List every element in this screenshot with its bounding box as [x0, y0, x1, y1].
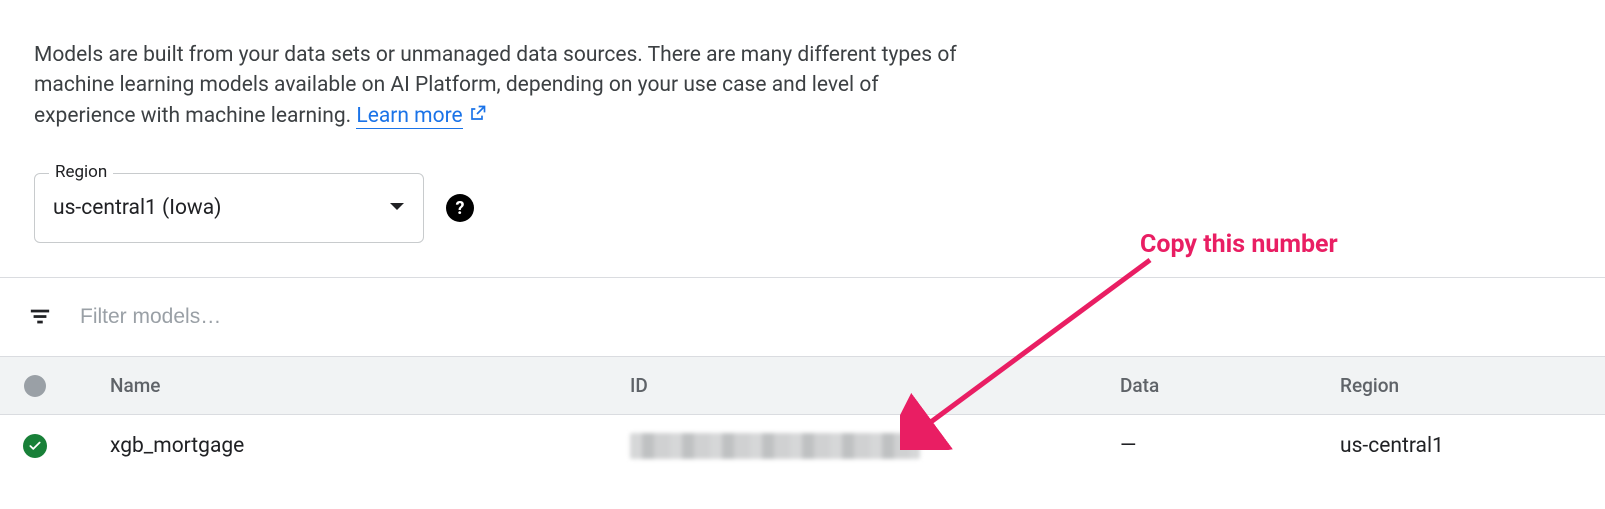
status-header-dot-icon [24, 375, 46, 397]
chevron-down-icon [389, 200, 405, 216]
col-header-name[interactable]: Name [70, 374, 630, 397]
col-header-region[interactable]: Region [1340, 374, 1605, 397]
col-header-id[interactable]: ID [630, 374, 1120, 397]
redacted-id-placeholder [630, 433, 920, 459]
external-link-icon [467, 103, 487, 133]
help-icon[interactable]: ? [446, 194, 474, 222]
cell-region: us-central1 [1340, 434, 1605, 458]
filter-icon[interactable] [20, 306, 60, 328]
learn-more-link[interactable]: Learn more [356, 104, 462, 129]
table-header-row: Name ID Data Region [0, 357, 1605, 415]
col-header-data[interactable]: Data [1120, 374, 1340, 397]
region-select-label: Region [49, 162, 113, 182]
status-success-icon [23, 434, 47, 458]
region-select[interactable]: Region us-central1 (Iowa) [34, 173, 424, 243]
cell-data: — [1120, 434, 1340, 458]
region-select-value: us-central1 (Iowa) [53, 196, 389, 220]
cell-id[interactable] [630, 433, 1120, 459]
filter-bar [0, 277, 1605, 357]
filter-input[interactable] [60, 305, 1585, 329]
intro-text: Models are built from your data sets or … [34, 43, 957, 128]
table-row[interactable]: xgb_mortgage — us-central1 [0, 415, 1605, 477]
cell-name[interactable]: xgb_mortgage [70, 434, 630, 458]
intro-paragraph: Models are built from your data sets or … [34, 40, 966, 133]
